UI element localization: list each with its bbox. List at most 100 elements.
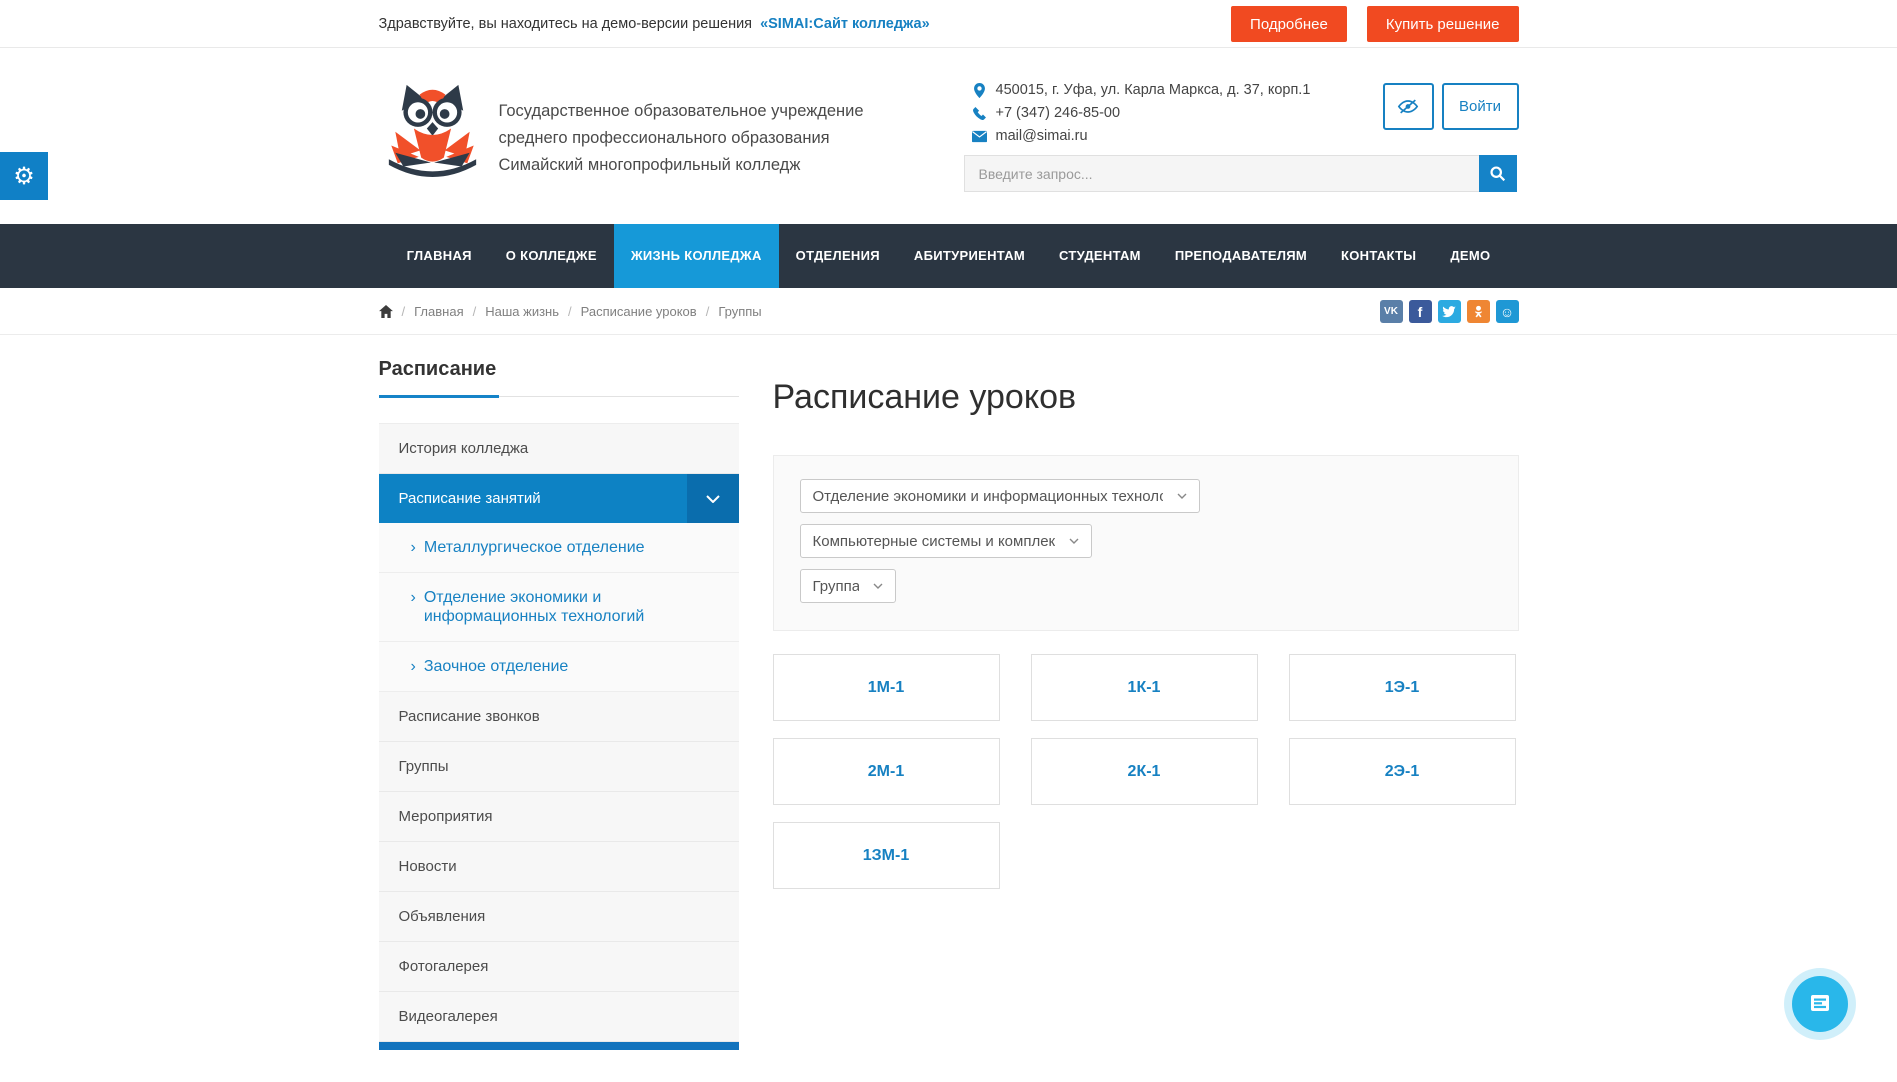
sidebar-title: Расписание: [379, 358, 739, 395]
sidebar: Расписание История колледжа Расписание з…: [379, 335, 739, 1050]
sidebar-item-meropriyatiya[interactable]: Мероприятия: [379, 792, 739, 842]
chevron-down-icon: [873, 583, 883, 589]
crumb-nasha-zhizn[interactable]: Наша жизнь: [485, 304, 559, 319]
main-content: Расписание уроков Отделение экономики и …: [739, 335, 1519, 1050]
sidebar-subitem-zaochnoe[interactable]: › Заочное отделение: [379, 642, 739, 692]
gear-icon: ⚙: [13, 162, 35, 191]
sidebar-subitem-label: Заочное отделение: [424, 657, 568, 676]
sidebar-subitem-metallurgicheskoe[interactable]: › Металлургическое отделение: [379, 523, 739, 573]
phone-icon: [972, 106, 987, 121]
group-card-2k-1[interactable]: 2К-1: [1031, 738, 1258, 805]
sidebar-subitem-label: Отделение экономики и информационных тех…: [424, 588, 719, 626]
demo-greeting-text: Здравствуйте, вы находитесь на демо-верс…: [379, 16, 753, 32]
main-nav: ГЛАВНАЯ О КОЛЛЕДЖЕ ЖИЗНЬ КОЛЛЕДЖА ОТДЕЛЕ…: [0, 224, 1897, 288]
nav-item-prepodavatelyam[interactable]: ПРЕПОДАВАТЕЛЯМ: [1158, 224, 1324, 288]
odnoklassniki-icon[interactable]: [1467, 300, 1490, 323]
phone-text[interactable]: +7 (347) 246-85-00: [996, 105, 1121, 121]
specialty-select-value: Компьютерные системы и комплексы: [813, 533, 1055, 550]
twitter-icon[interactable]: [1438, 300, 1461, 323]
group-card-1zm-1[interactable]: 1ЗМ-1: [773, 822, 1000, 889]
accessibility-version-button[interactable]: [1383, 83, 1434, 130]
chevron-right-icon: ›: [411, 538, 416, 557]
collapse-caret[interactable]: [687, 474, 739, 523]
sidebar-item-gruppy[interactable]: Группы: [379, 742, 739, 792]
search-button[interactable]: [1479, 155, 1517, 192]
group-card-1k-1[interactable]: 1К-1: [1031, 654, 1258, 721]
sidebar-item-fotogalereya[interactable]: Фотогалерея: [379, 942, 739, 992]
nav-item-kontakty[interactable]: КОНТАКТЫ: [1324, 224, 1433, 288]
eye-slash-icon: [1397, 99, 1419, 114]
chat-fab-button[interactable]: [1784, 968, 1856, 1040]
page-title: Расписание уроков: [773, 378, 1519, 417]
login-button[interactable]: Войти: [1442, 83, 1519, 130]
chat-form-icon: [1809, 994, 1831, 1014]
vk-icon[interactable]: VK: [1380, 300, 1403, 323]
college-logo[interactable]: [384, 74, 481, 196]
sidebar-subitem-ekonomiki[interactable]: › Отделение экономики и информационных т…: [379, 573, 739, 642]
details-button[interactable]: Подробнее: [1231, 6, 1347, 42]
sidebar-item-istoriya[interactable]: История колледжа: [379, 424, 739, 474]
demo-topbar: Здравствуйте, вы находитесь на демо-верс…: [0, 0, 1897, 48]
search-input[interactable]: [964, 155, 1479, 192]
site-header: Государственное образовательное учрежден…: [0, 48, 1897, 224]
buy-button[interactable]: Купить решение: [1367, 6, 1519, 42]
search-bar: [964, 155, 1517, 192]
settings-gear-button[interactable]: ⚙: [0, 152, 48, 200]
sidebar-title-rule: [379, 395, 739, 398]
sidebar-item-raspisanie-zvonkov[interactable]: Расписание звонков: [379, 692, 739, 742]
email-text[interactable]: mail@simai.ru: [996, 128, 1088, 144]
nav-item-studentam[interactable]: СТУДЕНТАМ: [1042, 224, 1158, 288]
crumb-gruppy: Группы: [718, 304, 761, 319]
nav-item-glavnaya[interactable]: ГЛАВНАЯ: [390, 224, 489, 288]
solution-link[interactable]: «SIMAI:Сайт колледжа»: [760, 16, 930, 32]
header-contacts: 450015, г. Уфа, ул. Карла Маркса, д. 37,…: [972, 81, 1311, 150]
chevron-down-icon: [1069, 538, 1079, 544]
demo-greeting: Здравствуйте, вы находитесь на демо-верс…: [379, 16, 930, 32]
sidebar-item-partial[interactable]: [379, 1042, 739, 1050]
nav-item-zhizn-kolledzha[interactable]: ЖИЗНЬ КОЛЛЕДЖА: [614, 224, 779, 288]
chevron-down-icon: [706, 495, 720, 503]
moimir-icon[interactable]: ☺: [1496, 300, 1519, 323]
nav-item-demo[interactable]: ДЕМО: [1433, 224, 1507, 288]
sidebar-item-label: Расписание занятий: [399, 490, 541, 507]
nav-item-otdeleniya[interactable]: ОТДЕЛЕНИЯ: [779, 224, 897, 288]
org-line2: среднего профессионального образования: [499, 125, 864, 152]
social-links: VK f ☺: [1380, 300, 1519, 323]
nav-item-abiturientam[interactable]: АБИТУРИЕНТАМ: [897, 224, 1042, 288]
group-card-1e-1[interactable]: 1Э-1: [1289, 654, 1516, 721]
sidebar-item-obyavleniya[interactable]: Объявления: [379, 892, 739, 942]
sidebar-item-videogalereya[interactable]: Видеогалерея: [379, 992, 739, 1042]
sidebar-menu: История колледжа Расписание занятий › Ме…: [379, 423, 739, 1050]
department-select[interactable]: Отделение экономики и информационных тех…: [800, 479, 1200, 513]
group-card-1m-1[interactable]: 1М-1: [773, 654, 1000, 721]
group-select[interactable]: Группа: [800, 569, 896, 603]
group-card-2m-1[interactable]: 2М-1: [773, 738, 1000, 805]
search-icon: [1489, 165, 1506, 182]
facebook-icon[interactable]: f: [1409, 300, 1432, 323]
group-cards: 1М-1 1К-1 1Э-1 2М-1 2К-1 2Э-1 1ЗМ-1: [773, 654, 1519, 889]
address-text: 450015, г. Уфа, ул. Карла Маркса, д. 37,…: [996, 82, 1311, 98]
department-select-value: Отделение экономики и информационных тех…: [813, 488, 1163, 505]
breadcrumb: / Главная / Наша жизнь / Расписание урок…: [379, 304, 762, 319]
home-icon[interactable]: [379, 305, 393, 318]
chevron-right-icon: ›: [411, 588, 416, 626]
sidebar-item-novosti[interactable]: Новости: [379, 842, 739, 892]
sidebar-subitem-label: Металлургическое отделение: [424, 538, 645, 557]
owl-logo-icon: [384, 74, 481, 196]
login-button-label: Войти: [1459, 98, 1501, 115]
location-pin-icon: [972, 83, 987, 98]
specialty-select[interactable]: Компьютерные системы и комплексы: [800, 524, 1092, 558]
nav-item-o-kolledzhe[interactable]: О КОЛЛЕДЖЕ: [489, 224, 614, 288]
crumb-glavnaya[interactable]: Главная: [414, 304, 463, 319]
org-line1: Государственное образовательное учрежден…: [499, 98, 864, 125]
filter-panel: Отделение экономики и информационных тех…: [773, 455, 1519, 631]
group-card-2e-1[interactable]: 2Э-1: [1289, 738, 1516, 805]
crumb-raspisanie-urokov[interactable]: Расписание уроков: [581, 304, 697, 319]
chevron-down-icon: [1177, 493, 1187, 499]
sidebar-item-raspisanie-zanyatiy[interactable]: Расписание занятий: [379, 474, 739, 523]
email-icon: [972, 129, 987, 144]
group-select-value: Группа: [813, 578, 859, 595]
org-line3: Симайский многопрофильный колледж: [499, 152, 864, 179]
chevron-right-icon: ›: [411, 657, 416, 676]
breadcrumb-bar: / Главная / Наша жизнь / Расписание урок…: [0, 288, 1897, 335]
